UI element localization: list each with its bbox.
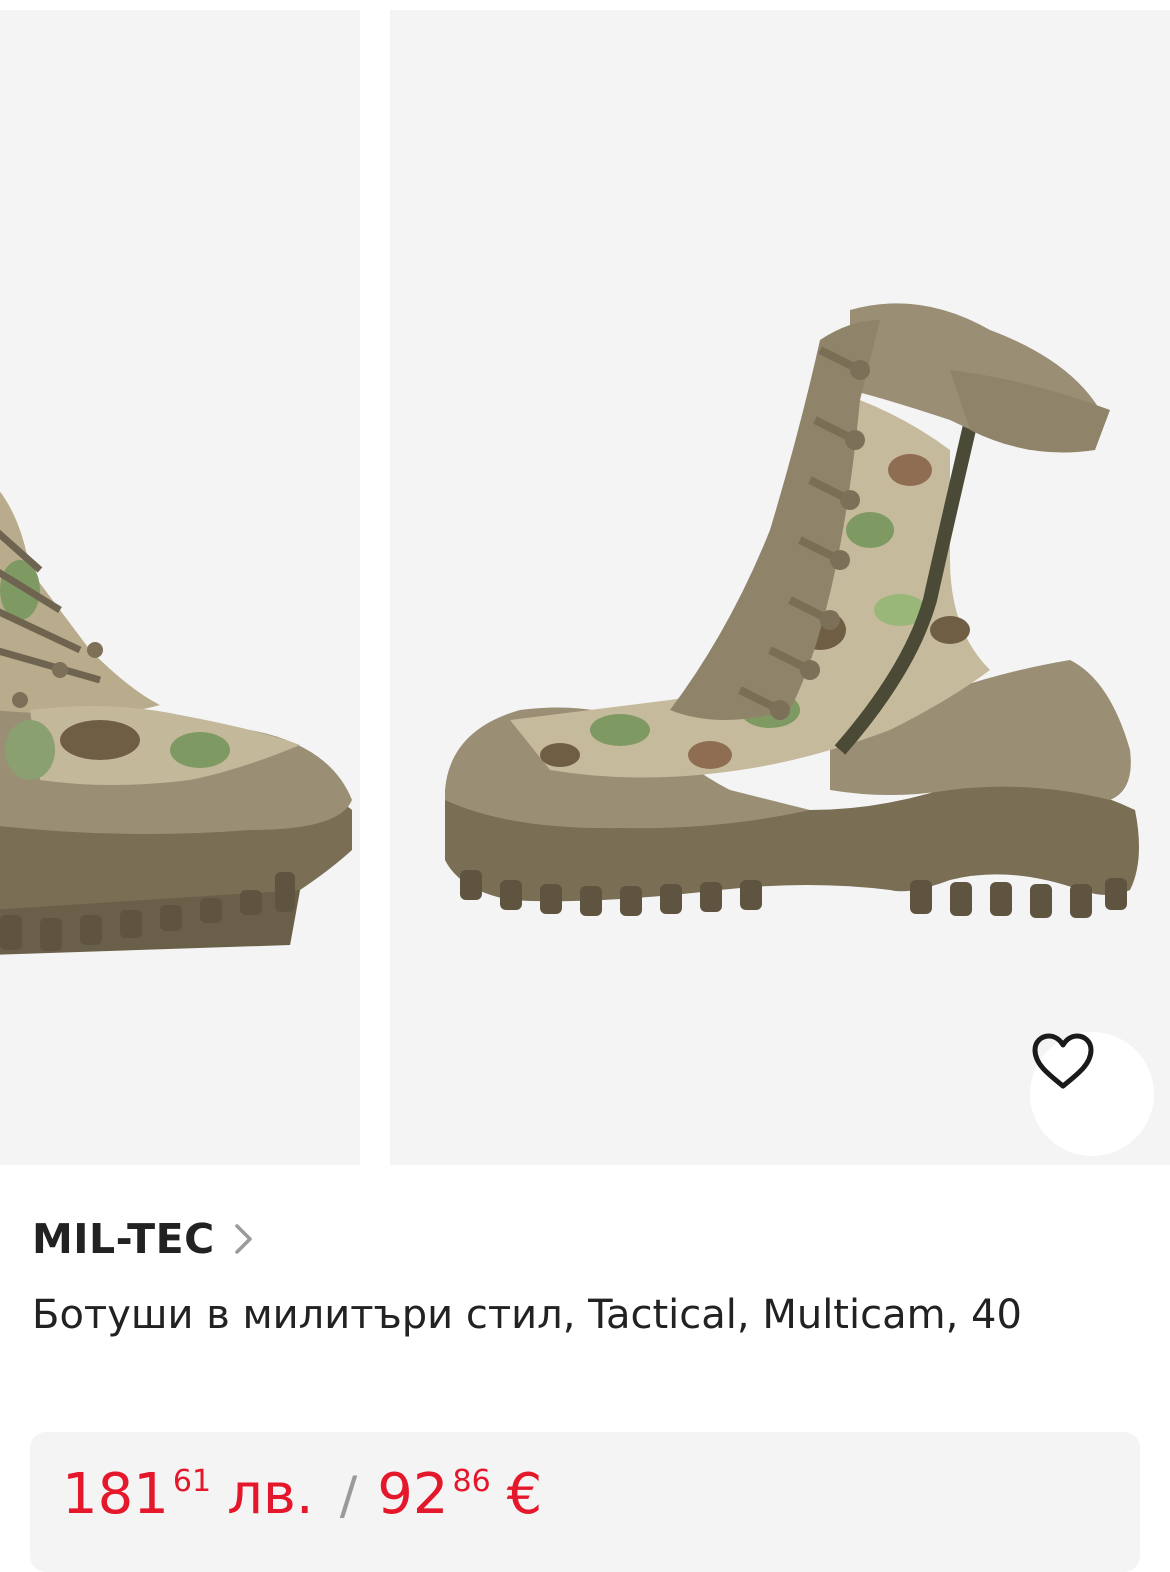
brand-link[interactable]: MIL-TEC <box>32 1215 255 1263</box>
price-eur-currency: € <box>506 1462 543 1527</box>
boot-image <box>445 303 1139 918</box>
chevron-right-icon <box>233 1222 255 1256</box>
price-separator: / <box>339 1466 358 1526</box>
price-eur-integer: 92 <box>377 1462 449 1527</box>
price-eur-decimal: 86 <box>452 1464 491 1499</box>
price-bgn-currency: лв. <box>227 1462 314 1527</box>
gallery-slide-current[interactable] <box>390 10 1170 1165</box>
price-bgn-integer: 181 <box>62 1462 169 1527</box>
price-box: 181 61 лв. / 92 86 € <box>30 1432 1140 1572</box>
product-title: Ботуши в милитъри стил, Tactical, Multic… <box>32 1292 1022 1338</box>
brand-name: MIL-TEC <box>32 1215 215 1263</box>
boot-image <box>0 491 352 955</box>
product-image-gallery[interactable] <box>0 0 1170 1165</box>
gallery-slide-previous[interactable] <box>0 10 360 1165</box>
favorite-button[interactable] <box>1030 1032 1154 1156</box>
price: 181 61 лв. / 92 86 € <box>62 1462 542 1527</box>
price-bgn-decimal: 61 <box>172 1464 212 1499</box>
